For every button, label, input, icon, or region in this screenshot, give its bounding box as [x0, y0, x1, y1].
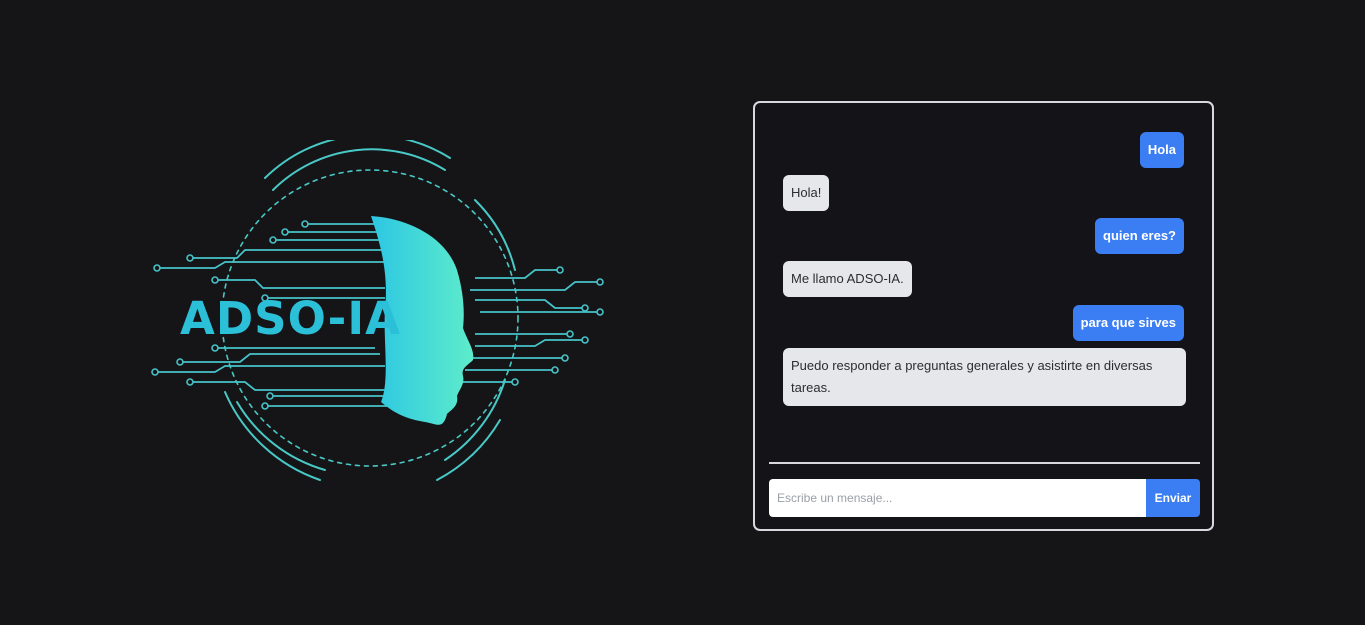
bot-message: Hola!: [783, 175, 830, 211]
logo-text: ADSO-IA: [180, 292, 401, 345]
user-message: Hola: [1139, 132, 1184, 168]
bot-message: Me llamo ADSO-IA.: [783, 261, 912, 297]
divider: [769, 462, 1200, 464]
send-button[interactable]: Enviar: [1146, 479, 1200, 517]
message-input[interactable]: [769, 479, 1146, 517]
user-message: para que sirves: [1072, 305, 1184, 341]
page: ADSO-IA Hola Hola! quien eres? Me llamo …: [0, 0, 1365, 625]
bot-message: Puedo responder a preguntas generales y …: [783, 348, 1186, 406]
chat-panel: Hola Hola! quien eres? Me llamo ADSO-IA.…: [753, 101, 1214, 531]
adso-ia-logo: ADSO-IA: [145, 140, 615, 495]
message-composer: Enviar: [769, 479, 1200, 517]
user-message: quien eres?: [1095, 218, 1184, 254]
message-list: Hola Hola! quien eres? Me llamo ADSO-IA.…: [755, 103, 1212, 458]
